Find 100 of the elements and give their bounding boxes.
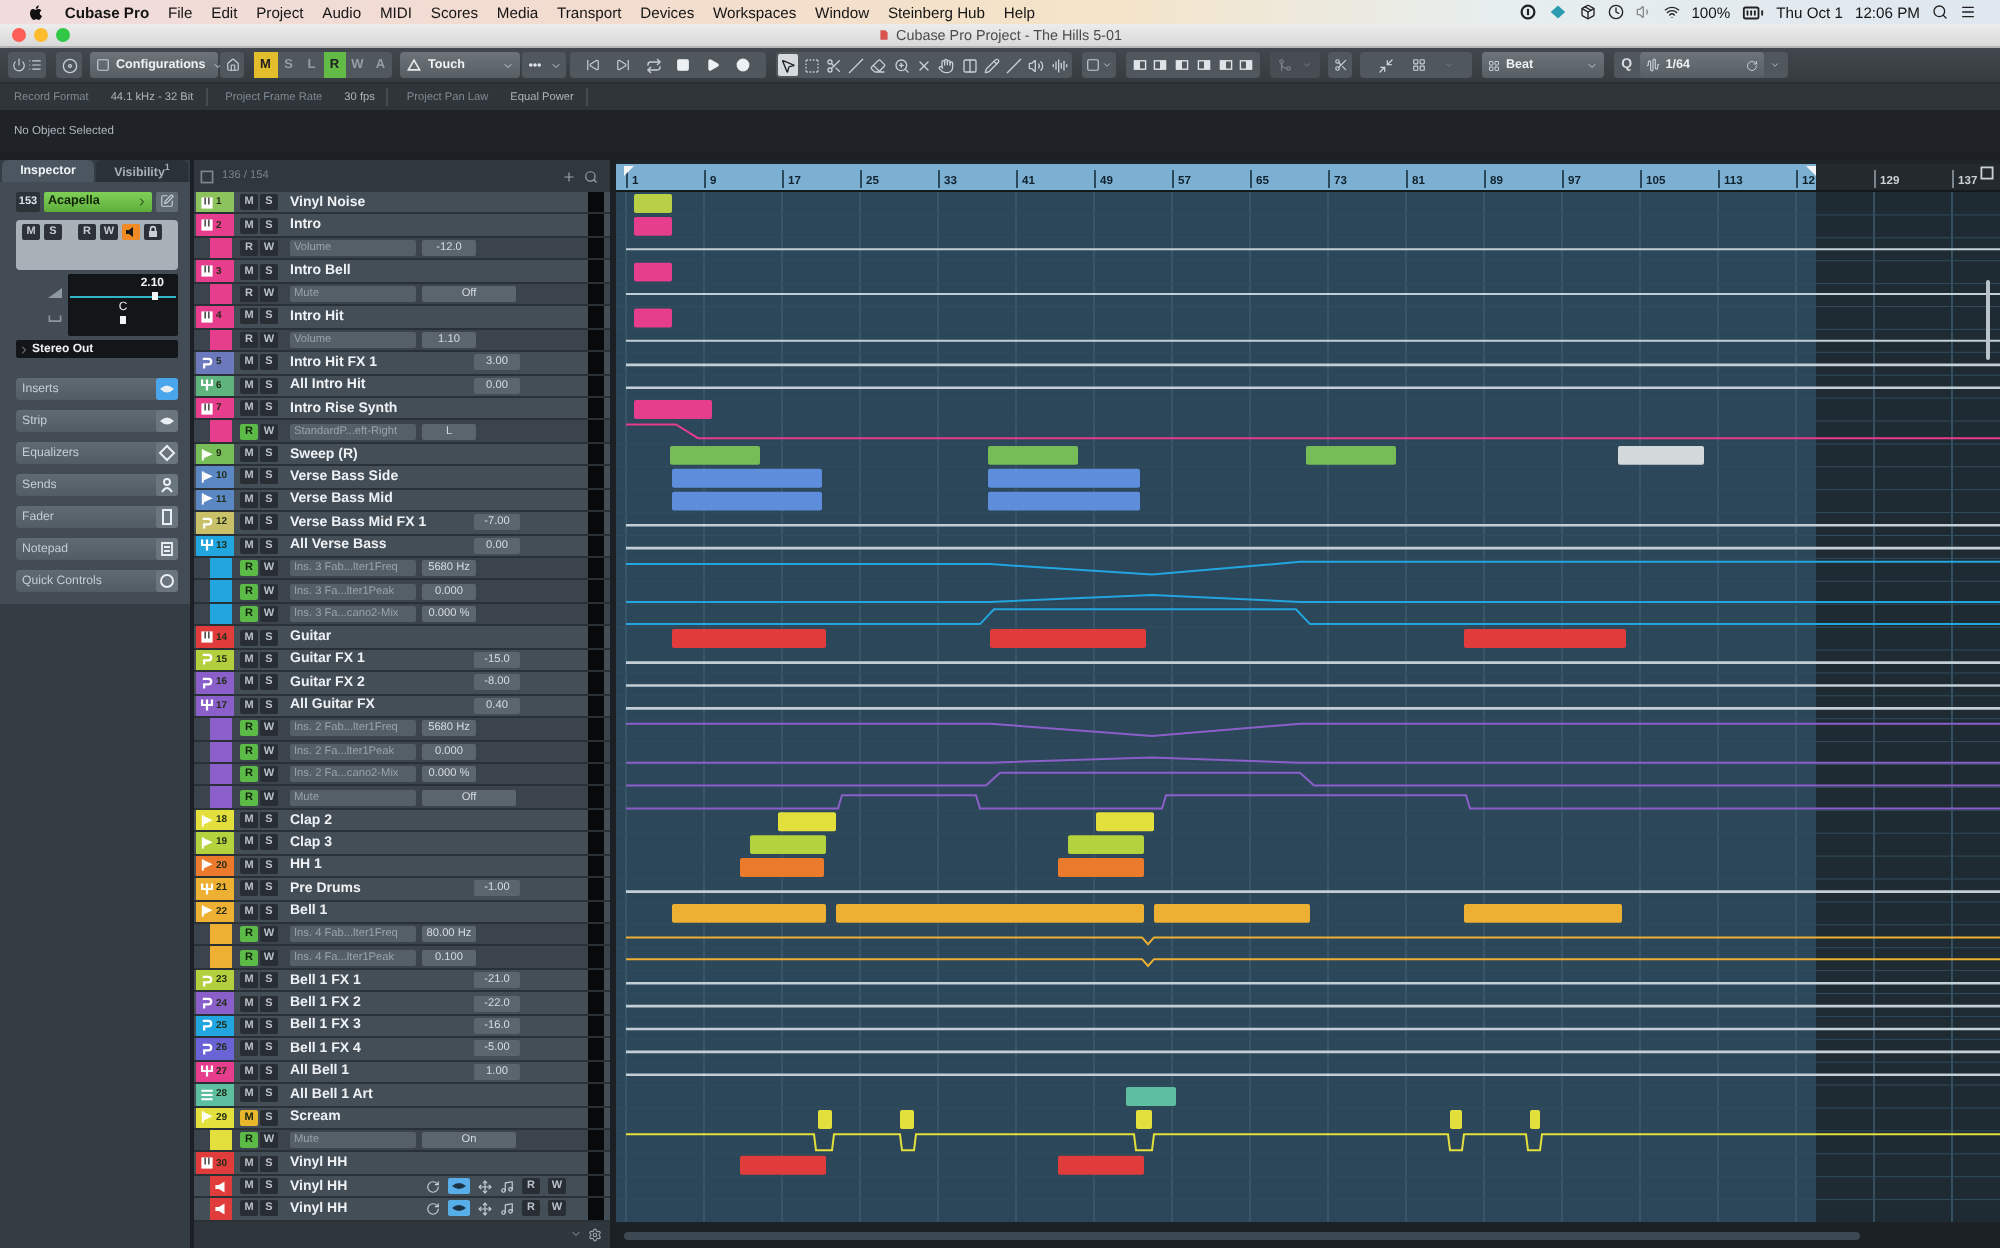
record-icon[interactable] <box>736 58 751 72</box>
line-icon[interactable] <box>1006 57 1023 73</box>
keyboard-icon <box>200 630 214 645</box>
triangle-icon <box>406 58 422 72</box>
marker-icon <box>1806 166 1816 176</box>
flag-icon <box>200 1110 214 1125</box>
caret-icon <box>18 343 30 355</box>
music-icon[interactable] <box>500 1201 514 1216</box>
hook-icon <box>200 355 214 370</box>
half-square-icon[interactable] <box>1152 58 1169 72</box>
caret-icon <box>211 59 224 71</box>
search-icon[interactable] <box>1932 4 1948 20</box>
zoom-icon[interactable] <box>893 57 910 73</box>
apple-icon <box>28 3 44 21</box>
square-icon <box>200 169 214 183</box>
move-icon[interactable] <box>478 1201 492 1216</box>
half-square-icon[interactable] <box>1195 58 1212 72</box>
scissors-icon[interactable] <box>825 57 842 73</box>
stop-icon[interactable] <box>676 58 691 72</box>
columns-icon[interactable] <box>961 57 978 73</box>
volume-icon <box>48 287 62 297</box>
grid-icon[interactable] <box>1412 58 1426 72</box>
skip-back-icon[interactable] <box>585 58 600 72</box>
bracket-icon <box>48 313 62 323</box>
rotate-icon <box>1745 59 1758 71</box>
marker-icon <box>624 166 634 176</box>
keyboard-icon <box>200 218 214 233</box>
volume-slider[interactable] <box>70 292 176 300</box>
dots-icon <box>526 58 545 72</box>
square-icon <box>1980 166 1994 180</box>
scissors-icon[interactable] <box>1333 58 1347 72</box>
keyboard-icon <box>200 1156 214 1171</box>
grid-icon <box>1488 59 1500 71</box>
lock-icon[interactable] <box>144 224 162 240</box>
music-icon[interactable] <box>500 1179 514 1194</box>
list-icon[interactable] <box>1960 4 1976 20</box>
square-icon[interactable] <box>1085 58 1100 72</box>
caret-icon <box>136 195 148 207</box>
keyboard-icon <box>200 309 214 324</box>
rotate-icon[interactable] <box>426 1201 440 1216</box>
audio-lines-icon[interactable] <box>1051 57 1068 73</box>
caret-icon[interactable] <box>570 1228 582 1241</box>
speaker-icon[interactable] <box>1028 57 1045 73</box>
house-icon[interactable] <box>225 58 239 72</box>
hook-icon <box>200 515 214 530</box>
keyboard-icon <box>200 264 214 279</box>
eye-icon[interactable] <box>448 1200 470 1217</box>
package-icon <box>1579 4 1596 20</box>
skip-forward-icon[interactable] <box>615 58 630 72</box>
slider-thumb[interactable] <box>151 292 158 300</box>
caret-icon <box>1586 59 1598 71</box>
slider-thumb[interactable] <box>120 316 126 324</box>
edit-icon <box>160 194 174 208</box>
battery-icon <box>1742 1 1765 23</box>
settings-icon[interactable] <box>588 1227 602 1242</box>
half-square-icon[interactable] <box>1131 58 1148 72</box>
keyboard-icon <box>200 401 214 416</box>
hand-icon[interactable] <box>938 57 955 73</box>
close-button[interactable] <box>12 28 26 42</box>
caret-icon[interactable] <box>549 59 562 71</box>
eraser-icon[interactable] <box>870 57 887 73</box>
cross-icon[interactable] <box>915 57 932 73</box>
speaker-icon <box>1635 4 1652 20</box>
flag-icon <box>200 904 214 919</box>
half-square-icon[interactable] <box>1174 58 1191 72</box>
bars-icon <box>200 1087 214 1102</box>
square-icon <box>96 58 110 72</box>
plus-icon[interactable] <box>562 169 576 183</box>
caret-icon[interactable] <box>1102 60 1113 70</box>
keyboard-icon <box>200 195 214 210</box>
circle-icon <box>1519 4 1536 20</box>
caret-icon[interactable] <box>1770 60 1781 70</box>
arrows-icon[interactable] <box>1378 57 1394 73</box>
fork-icon <box>200 881 214 896</box>
power-icon[interactable] <box>11 58 26 72</box>
edit-button[interactable] <box>156 191 178 211</box>
loop-icon[interactable] <box>645 57 662 73</box>
half-square-icon[interactable] <box>1217 58 1234 72</box>
pencil-icon[interactable] <box>983 57 1000 73</box>
scrollbar-thumb[interactable] <box>624 1231 1860 1240</box>
fork-icon <box>200 698 214 713</box>
line-icon[interactable] <box>848 57 865 73</box>
range-icon[interactable] <box>803 57 820 73</box>
rotate-icon[interactable] <box>426 1179 440 1194</box>
wifi-icon <box>1663 4 1680 20</box>
eye-icon[interactable] <box>448 1178 470 1195</box>
move-icon[interactable] <box>478 1179 492 1194</box>
play-icon[interactable] <box>706 58 721 72</box>
pointer-icon[interactable] <box>780 57 797 73</box>
fork-icon <box>200 538 214 553</box>
speaker-icon[interactable] <box>122 224 140 240</box>
half-square-icon[interactable] <box>1238 58 1255 72</box>
wave-icon <box>1645 58 1660 72</box>
caret-icon <box>502 59 514 71</box>
document-icon <box>878 28 891 42</box>
merge-icon[interactable] <box>1278 58 1293 72</box>
disc-icon[interactable] <box>61 57 77 73</box>
fork-icon <box>200 378 214 393</box>
clock-icon <box>1607 4 1624 20</box>
fork-icon <box>200 1064 214 1079</box>
